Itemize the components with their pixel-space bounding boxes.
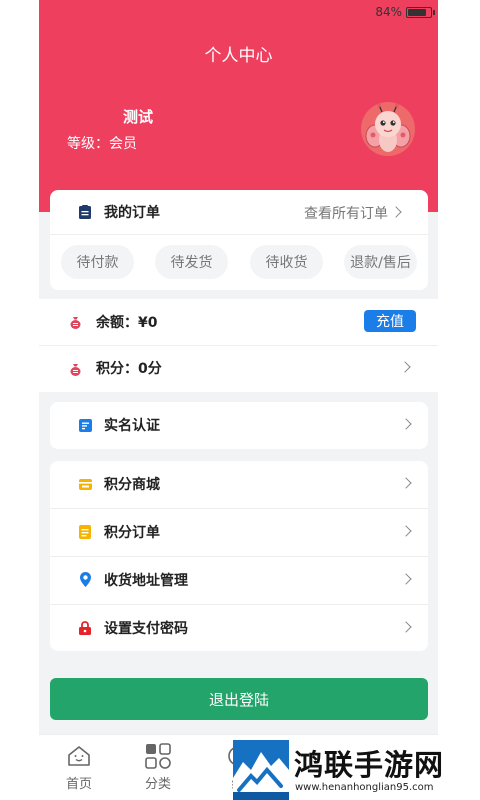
- chevron-right-icon: [400, 621, 412, 633]
- chevron-right-icon: [400, 418, 412, 430]
- order-tab-pending-shipment[interactable]: 待发货: [155, 245, 228, 279]
- chevron-right-icon: [400, 525, 412, 537]
- money-bag-icon: [69, 362, 81, 376]
- balance-label: 余额：¥0: [96, 315, 158, 331]
- chevron-right-icon: [390, 206, 402, 218]
- points-label: 积分：0分: [96, 361, 162, 377]
- money-bag-icon: [69, 315, 81, 329]
- chevron-right-icon: [400, 477, 412, 489]
- chevron-right-icon: [399, 361, 411, 373]
- page-title: 个人中心: [204, 46, 273, 66]
- shop-icon: [78, 477, 92, 491]
- menu-item-label: 积分商城: [104, 477, 160, 493]
- menu-item-point-orders[interactable]: 积分订单: [50, 509, 428, 556]
- tab-label: 首页: [65, 777, 92, 792]
- order-list-icon: [78, 204, 92, 220]
- lock-icon: [78, 620, 92, 635]
- menu-item-label: 收货地址管理: [104, 573, 188, 589]
- verify-label: 实名认证: [104, 418, 160, 434]
- menu-item-address[interactable]: 收货地址管理: [50, 557, 428, 604]
- phone-screen: 84% 个人中心 测试 等级：会员 我的订单 查看所有订单 待付款 待发货 待收…: [39, 0, 438, 800]
- recharge-button[interactable]: 充值: [364, 310, 416, 332]
- menu-item-label: 积分订单: [104, 525, 160, 541]
- orders-card: 我的订单 查看所有订单 待付款 待发货 待收货 退款/售后: [50, 190, 428, 290]
- status-bar: 84%: [375, 5, 435, 19]
- menu-item-mall[interactable]: 积分商城: [50, 461, 428, 508]
- watermark-logo: [233, 740, 289, 800]
- tab-home[interactable]: 首页: [39, 735, 119, 800]
- orders-title: 我的订单: [104, 205, 160, 221]
- watermark-url: www.henanhonglian95.com: [295, 782, 434, 793]
- battery-icon: [406, 6, 435, 18]
- chevron-right-icon: [400, 573, 412, 585]
- menu-card: 积分商城 积分订单 收货地址管理 设置支付密码: [50, 461, 428, 651]
- tab-category[interactable]: 分类: [118, 735, 198, 800]
- user-level: 等级：会员: [67, 136, 137, 152]
- order-tab-pending-receipt[interactable]: 待收货: [250, 245, 323, 279]
- menu-item-pay-password[interactable]: 设置支付密码: [50, 605, 428, 651]
- home-icon: [67, 743, 91, 769]
- note-icon: [78, 524, 92, 540]
- logout-button[interactable]: 退出登陆: [50, 678, 428, 720]
- points-row[interactable]: 积分：0分: [39, 346, 438, 392]
- order-tab-pending-payment[interactable]: 待付款: [61, 245, 134, 279]
- verify-card[interactable]: 实名认证: [50, 402, 428, 449]
- view-all-orders-link[interactable]: 查看所有订单: [304, 203, 388, 223]
- user-name: 测试: [123, 108, 154, 126]
- menu-item-label: 设置支付密码: [104, 621, 188, 637]
- order-tab-refund[interactable]: 退款/售后: [344, 245, 417, 279]
- location-pin-icon: [78, 571, 92, 588]
- category-grid-icon: [145, 743, 171, 769]
- watermark: 鸿联手游网 www.henanhonglian95.com: [233, 740, 480, 800]
- tab-label: 分类: [144, 777, 171, 792]
- avatar[interactable]: [361, 102, 415, 156]
- battery-percent: 84%: [375, 5, 402, 19]
- id-card-icon: [78, 418, 92, 432]
- watermark-name: 鸿联手游网: [294, 748, 445, 782]
- profile-header: 84% 个人中心 测试 等级：会员: [39, 0, 438, 212]
- orders-header[interactable]: 我的订单 查看所有订单: [50, 190, 428, 235]
